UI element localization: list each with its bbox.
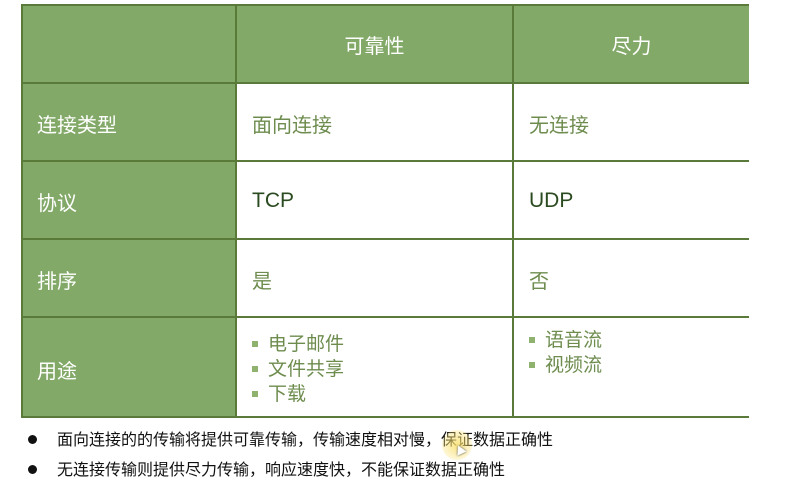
list-item: 下载 [252,382,344,407]
row-label-protocol: 协议 [23,162,235,240]
list-item: 视频流 [529,353,602,378]
cell-usage-tcp: 电子邮件 文件共享 下载 [235,318,512,416]
list-item: 电子邮件 [252,332,344,357]
usage-list-udp: 语音流 视频流 [529,328,602,378]
header-best-effort: 尽力 [512,6,749,82]
note-connection-oriented: 面向连接的的传输将提供可靠传输，传输速度相对慢，保证数据正确性 [25,425,785,455]
cell-udp: UDP [512,162,749,240]
table-row: 协议 TCP UDP [23,160,749,240]
list-item: 语音流 [529,328,602,353]
table-row: 连接类型 面向连接 无连接 [23,82,749,162]
header-reliability: 可靠性 [235,6,512,82]
cell-connectionless: 无连接 [512,84,749,162]
table-row: 排序 是 否 [23,238,749,318]
cell-usage-udp: 语音流 视频流 [512,318,749,416]
cell-ordering-no: 否 [512,240,749,318]
cell-ordering-yes: 是 [235,240,512,318]
header-corner-cell [23,6,235,82]
cell-connection-oriented: 面向连接 [235,84,512,162]
notes-list: 面向连接的的传输将提供可靠传输，传输速度相对慢，保证数据正确性 无连接传输则提供… [25,425,785,485]
note-connectionless: 无连接传输则提供尽力传输，响应速度快，不能保证数据正确性 [25,455,785,485]
row-label-connection-type: 连接类型 [23,84,235,162]
table-header-row: 可靠性 尽力 [23,6,749,82]
row-label-usage: 用途 [23,318,235,416]
table-row: 用途 电子邮件 文件共享 下载 语音流 视频流 [23,316,749,416]
comparison-table: 可靠性 尽力 连接类型 面向连接 无连接 协议 TCP UDP 排序 是 否 用… [21,4,749,418]
cell-tcp: TCP [235,162,512,240]
usage-list-tcp: 电子邮件 文件共享 下载 [252,332,344,407]
list-item: 文件共享 [252,357,344,382]
row-label-ordering: 排序 [23,240,235,318]
